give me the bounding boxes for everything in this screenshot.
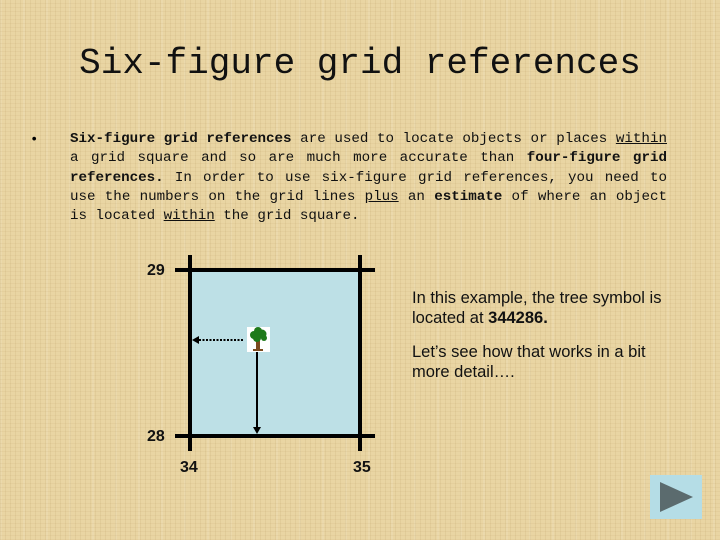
emphasis-within-2: within xyxy=(163,208,215,225)
northing-arrowhead xyxy=(253,427,261,434)
grid-reference-value: 344286. xyxy=(488,309,548,327)
northing-label-top: 29 xyxy=(147,262,165,279)
emphasis-plus: plus xyxy=(364,188,399,205)
easting-arrowhead xyxy=(192,336,199,344)
text-fragment: the grid square. xyxy=(214,208,360,225)
emphasis-within: within xyxy=(615,131,667,147)
term-estimate: estimate xyxy=(434,188,503,205)
northing-label-bottom: 28 xyxy=(147,428,165,445)
example-caption: In this example, the tree symbol is loca… xyxy=(412,288,662,328)
play-next-icon xyxy=(660,482,693,512)
text-fragment: a grid square and so are much more accur… xyxy=(70,150,527,167)
slide-title: Six-figure grid references xyxy=(79,43,641,84)
text-fragment: an xyxy=(398,188,435,205)
term-six-figure: Six-figure grid references xyxy=(70,131,292,147)
bullet-marker: • xyxy=(30,132,39,148)
detail-caption: Let’s see how that works in a bit more d… xyxy=(412,343,646,381)
bullet-paragraph: Six-figure grid references are used to l… xyxy=(70,130,667,226)
grid-square xyxy=(190,270,360,436)
text-fragment: are used to locate objects or places xyxy=(291,131,616,147)
next-slide-button[interactable] xyxy=(650,475,702,519)
easting-label-right: 35 xyxy=(353,459,371,476)
tree-icon xyxy=(247,327,270,352)
easting-label-left: 34 xyxy=(180,459,198,476)
